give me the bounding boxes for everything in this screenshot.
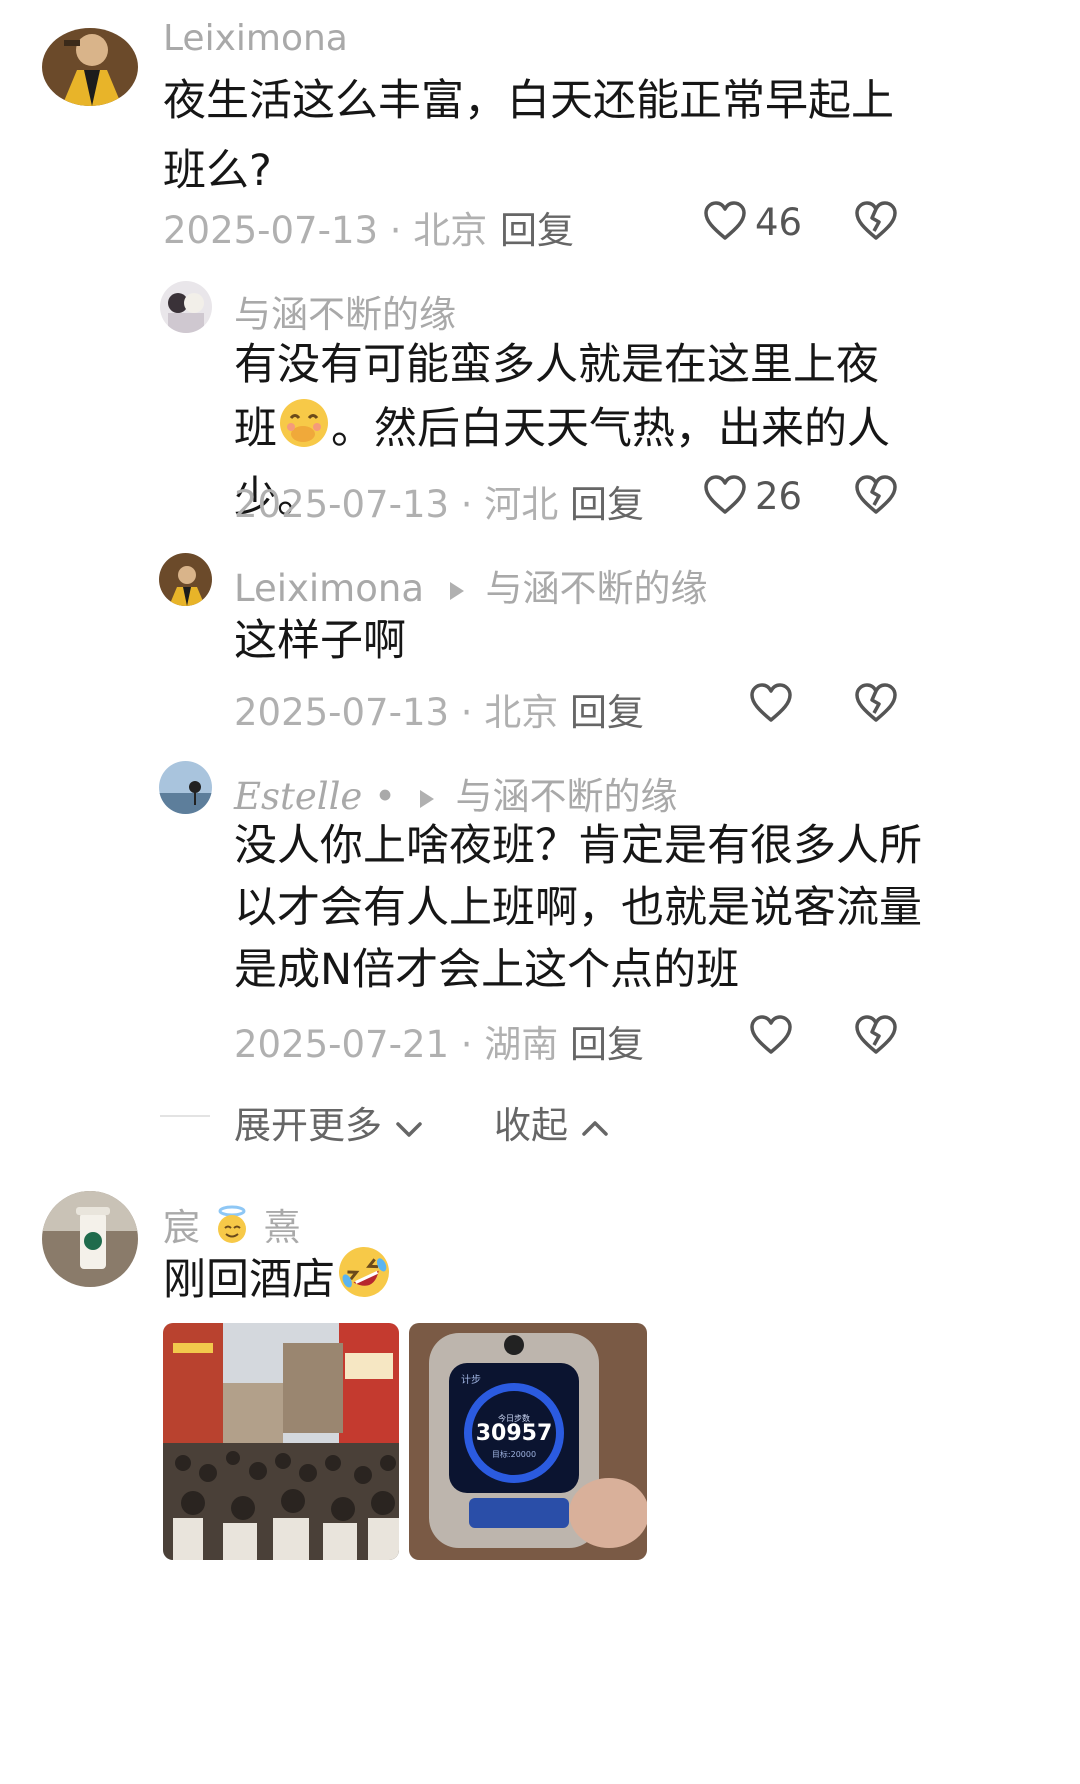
like-heart-icon[interactable] [703, 474, 747, 516]
watch-steps-value: 30957 [475, 1421, 553, 1446]
reply-button[interactable]: 回复 [570, 474, 644, 528]
comment-text: 夜生活这么丰富，白天还能正常早起上班么? [163, 76, 894, 196]
face-with-hand-over-mouth-icon [277, 396, 331, 467]
rolling-on-the-floor-laughing-icon [335, 1243, 393, 1322]
watch-steps-goal: 目标:20000 [491, 1450, 537, 1459]
reply-username[interactable]: 与涵不断的缘 [234, 284, 456, 338]
dislike-broken-heart-icon[interactable] [854, 474, 898, 516]
comment-username[interactable]: Leiximona [163, 18, 348, 59]
avatar[interactable] [42, 28, 138, 106]
reply-username-label: Estelle • [234, 775, 396, 818]
dislike-broken-heart-icon[interactable] [854, 200, 898, 242]
avatar[interactable] [160, 281, 212, 333]
expand-more-button[interactable]: 展开更多 [234, 1095, 424, 1149]
chevron-up-icon [580, 1106, 610, 1149]
chevron-down-icon [394, 1106, 424, 1149]
comment-text-label: 刚回酒店 [163, 1255, 335, 1305]
reply-arrow-icon [449, 581, 464, 600]
reply-to-username: 与涵不断的缘 [485, 567, 708, 610]
reply-button[interactable]: 回复 [570, 682, 644, 736]
comment-text: 刚回酒店 [163, 1243, 393, 1322]
avatar[interactable] [42, 1191, 138, 1287]
watch-corner-label: 计步 [461, 1375, 481, 1386]
reply-meta: 2025-07-13 · 河北 [234, 483, 559, 526]
reply-text: 没人你上啥夜班？肯定是有很多人所以才会有人上班啊，也就是说客流量是成N倍才会上这… [234, 821, 922, 995]
comment-meta: 2025-07-13 · 北京 [163, 209, 488, 252]
expand-more-label: 展开更多 [234, 1104, 382, 1147]
comment-image[interactable]: 计步 今日步数 30957 目标:20000 [409, 1323, 647, 1560]
collapse-label: 收起 [494, 1104, 568, 1147]
reply-username[interactable]: Leiximona 与涵不断的缘 [234, 558, 708, 612]
collapse-button[interactable]: 收起 [494, 1095, 610, 1149]
avatar[interactable] [159, 761, 212, 814]
divider [160, 1115, 210, 1117]
like-count: 26 [755, 475, 803, 518]
like-heart-icon[interactable] [749, 682, 793, 724]
like-heart-icon[interactable] [703, 200, 747, 242]
reply-button[interactable]: 回复 [570, 1014, 644, 1068]
reply-to-username: 与涵不断的缘 [455, 775, 678, 818]
like-count: 46 [755, 201, 803, 244]
reply-meta: 2025-07-21 · 湖南 [234, 1023, 559, 1066]
comment-image[interactable] [163, 1323, 399, 1560]
reply-username[interactable]: Estelle • 与涵不断的缘 [234, 766, 677, 820]
dislike-broken-heart-icon[interactable] [854, 682, 898, 724]
dislike-broken-heart-icon[interactable] [854, 1014, 898, 1056]
reply-username-label: Leiximona [234, 567, 424, 610]
reply-button[interactable]: 回复 [500, 200, 574, 254]
reply-meta: 2025-07-13 · 北京 [234, 691, 559, 734]
avatar[interactable] [159, 553, 212, 606]
like-heart-icon[interactable] [749, 1014, 793, 1056]
reply-text: 这样子啊 [234, 616, 406, 666]
reply-arrow-icon [419, 789, 434, 808]
